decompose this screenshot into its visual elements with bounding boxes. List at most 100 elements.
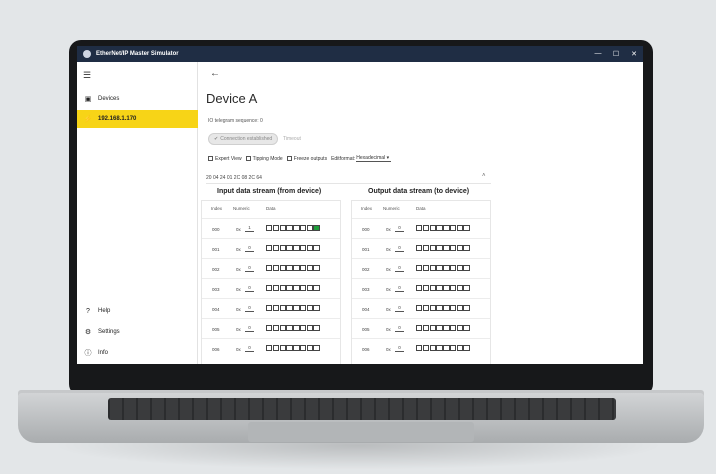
bit-checkbox[interactable] xyxy=(443,245,450,252)
bit-checkbox[interactable] xyxy=(299,225,307,232)
numeric-input[interactable]: 0 xyxy=(245,325,254,332)
bit-checkbox[interactable] xyxy=(436,245,443,252)
bit-checkbox[interactable] xyxy=(293,285,300,292)
bit-checkbox[interactable] xyxy=(422,345,430,352)
bit-checkbox[interactable] xyxy=(313,345,320,352)
bit-checkbox[interactable] xyxy=(463,245,470,252)
back-arrow-icon[interactable]: ← xyxy=(210,68,220,79)
bit-checkbox[interactable] xyxy=(463,325,470,332)
bit-checkbox[interactable] xyxy=(463,225,470,232)
numeric-input[interactable]: 0 xyxy=(395,265,404,272)
bit-checkbox[interactable] xyxy=(286,285,293,292)
bit-checkbox[interactable] xyxy=(436,265,443,272)
bit-checkbox[interactable] xyxy=(463,345,470,352)
minimize-button[interactable]: — xyxy=(589,50,607,58)
bit-checkbox[interactable] xyxy=(422,245,430,252)
bit-checkbox[interactable] xyxy=(286,265,293,272)
bit-checkbox[interactable] xyxy=(436,285,443,292)
bit-checkbox[interactable] xyxy=(272,245,280,252)
bit-checkbox[interactable] xyxy=(299,325,307,332)
numeric-input[interactable]: 0 xyxy=(245,345,254,352)
numeric-input[interactable]: 0 xyxy=(395,245,404,252)
numeric-input[interactable]: 0 xyxy=(245,265,254,272)
bit-checkbox[interactable] xyxy=(443,345,450,352)
bit-checkbox[interactable] xyxy=(306,345,314,352)
bit-checkbox[interactable] xyxy=(306,305,314,312)
bit-checkbox[interactable] xyxy=(313,245,320,252)
freeze-outputs-checkbox[interactable]: Freeze outputs xyxy=(286,156,327,162)
connection-status-chip[interactable]: ✔ Connection established xyxy=(208,133,279,145)
bit-checkbox[interactable] xyxy=(293,345,300,352)
bit-checkbox[interactable] xyxy=(266,305,273,312)
bit-checkbox[interactable] xyxy=(456,325,464,332)
bit-checkbox[interactable] xyxy=(272,265,280,272)
bit-checkbox[interactable] xyxy=(429,345,436,352)
bit-checkbox[interactable] xyxy=(416,305,423,312)
bit-checkbox[interactable] xyxy=(449,225,457,232)
bit-checkbox[interactable] xyxy=(443,305,450,312)
bit-checkbox[interactable] xyxy=(429,265,436,272)
bit-checkbox[interactable] xyxy=(286,345,293,352)
bit-checkbox[interactable] xyxy=(266,345,273,352)
numeric-input[interactable]: 0 xyxy=(395,325,404,332)
bit-checkbox[interactable] xyxy=(293,245,300,252)
numeric-input[interactable]: 0 xyxy=(395,345,404,352)
bit-checkbox[interactable] xyxy=(293,265,300,272)
bit-checkbox[interactable] xyxy=(429,225,436,232)
bit-checkbox[interactable] xyxy=(443,285,450,292)
bit-checkbox[interactable] xyxy=(279,325,286,332)
bit-checkbox[interactable] xyxy=(266,245,273,252)
numeric-input[interactable]: 0 xyxy=(395,305,404,312)
bit-checkbox[interactable] xyxy=(443,325,450,332)
bit-checkbox[interactable] xyxy=(306,245,314,252)
bit-checkbox[interactable] xyxy=(416,245,423,252)
sidebar-item-settings[interactable]: ⚙ Settings xyxy=(77,323,198,341)
bit-checkbox[interactable] xyxy=(272,345,280,352)
bit-checkbox[interactable] xyxy=(272,225,280,232)
numeric-input[interactable]: 0 xyxy=(395,285,404,292)
bit-checkbox[interactable] xyxy=(416,265,423,272)
bit-checkbox[interactable] xyxy=(293,305,300,312)
bit-checkbox[interactable] xyxy=(456,225,464,232)
numeric-input[interactable]: 1 xyxy=(245,225,254,232)
bit-checkbox[interactable] xyxy=(449,245,457,252)
bit-checkbox[interactable] xyxy=(436,225,443,232)
sidebar-item-connection[interactable]: ⚡ 192.168.1.170 xyxy=(77,110,198,128)
bit-checkbox[interactable] xyxy=(456,285,464,292)
bit-checkbox[interactable] xyxy=(279,245,286,252)
bit-checkbox[interactable] xyxy=(456,245,464,252)
bit-checkbox[interactable] xyxy=(299,345,307,352)
bit-checkbox[interactable] xyxy=(266,325,273,332)
bit-checkbox[interactable] xyxy=(422,225,430,232)
bit-checkbox[interactable] xyxy=(286,245,293,252)
close-button[interactable]: ✕ xyxy=(625,50,643,58)
bit-checkbox[interactable] xyxy=(266,265,273,272)
bit-checkbox[interactable] xyxy=(456,305,464,312)
bit-checkbox[interactable] xyxy=(429,325,436,332)
bit-checkbox[interactable] xyxy=(449,345,457,352)
bit-checkbox[interactable] xyxy=(456,265,464,272)
expert-view-checkbox[interactable]: Expert View xyxy=(208,156,242,162)
edit-format-select[interactable]: Hexadecimal ▾ xyxy=(356,155,392,162)
bit-checkbox[interactable] xyxy=(436,325,443,332)
bit-checkbox[interactable] xyxy=(286,325,293,332)
bit-checkbox[interactable] xyxy=(436,345,443,352)
bit-checkbox[interactable] xyxy=(449,285,457,292)
bit-checkbox[interactable] xyxy=(313,265,320,272)
bit-checkbox[interactable] xyxy=(416,285,423,292)
bit-checkbox[interactable] xyxy=(422,265,430,272)
bit-checkbox[interactable] xyxy=(272,325,280,332)
bit-checkbox[interactable] xyxy=(416,325,423,332)
sidebar-item-info[interactable]: ⓘ Info xyxy=(77,344,198,362)
bit-checkbox[interactable] xyxy=(286,225,293,232)
bit-checkbox[interactable] xyxy=(313,285,320,292)
bit-checkbox[interactable] xyxy=(422,325,430,332)
bit-checkbox[interactable] xyxy=(279,345,286,352)
bit-checkbox[interactable] xyxy=(422,305,430,312)
bit-checkbox[interactable] xyxy=(416,345,423,352)
bit-checkbox[interactable] xyxy=(306,325,314,332)
bit-checkbox[interactable] xyxy=(286,305,293,312)
bit-checkbox[interactable] xyxy=(463,305,470,312)
bit-checkbox[interactable] xyxy=(416,225,423,232)
maximize-button[interactable]: ☐ xyxy=(607,50,625,58)
